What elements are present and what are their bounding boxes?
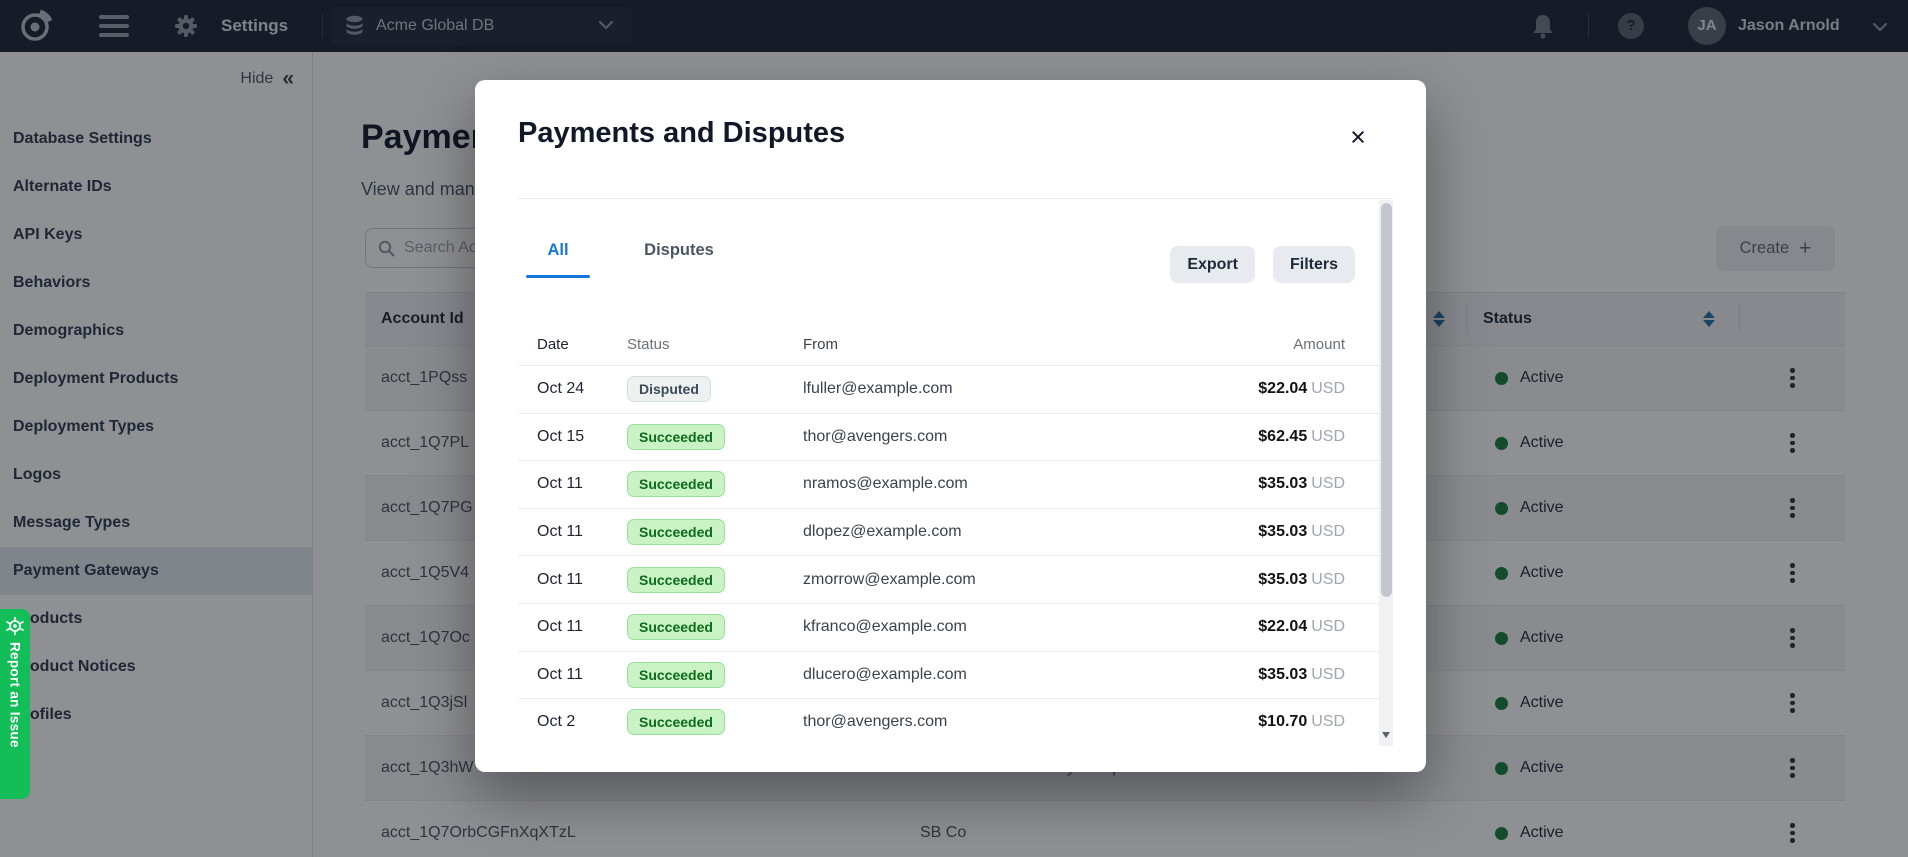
amount-value: $35.03: [1258, 475, 1307, 492]
payment-date: Oct 24: [537, 380, 627, 398]
close-icon[interactable]: ×: [1341, 120, 1375, 154]
payments-table: Date Status From Amount Oct 24 Disputed …: [518, 324, 1379, 746]
payment-row: Oct 11 Succeeded kfranco@example.com $22…: [518, 603, 1379, 651]
report-an-issue-tab[interactable]: Report an Issue: [0, 609, 30, 799]
payment-amount: $35.03USD: [1258, 666, 1345, 684]
payment-row: Oct 11 Succeeded zmorrow@example.com $35…: [518, 555, 1379, 603]
header-date: Date: [537, 336, 627, 353]
payment-amount: $10.70USD: [1258, 713, 1345, 731]
status-badge: Succeeded: [627, 424, 725, 450]
modal-title: Payments and Disputes: [518, 117, 845, 150]
tab-all[interactable]: All: [518, 241, 598, 278]
amount-value: $35.03: [1258, 666, 1307, 683]
application-window: Settings Acme Global DB ? JA Jason Arnol…: [0, 0, 1908, 857]
payment-amount: $62.45USD: [1258, 428, 1345, 446]
amount-currency: USD: [1311, 380, 1345, 397]
amount-value: $22.04: [1258, 618, 1307, 635]
tab-all-label: All: [547, 241, 568, 259]
amount-value: $35.03: [1258, 523, 1307, 540]
payment-row: Oct 11 Succeeded dlucero@example.com $35…: [518, 651, 1379, 699]
payment-status-cell: Succeeded: [627, 662, 803, 688]
payment-status-cell: Disputed: [627, 376, 803, 402]
status-badge: Succeeded: [627, 709, 725, 735]
payment-row: Oct 24 Disputed lfuller@example.com $22.…: [518, 365, 1379, 413]
amount-value: $10.70: [1258, 713, 1307, 730]
amount-currency: USD: [1311, 666, 1345, 683]
amount-value: $22.04: [1258, 380, 1307, 397]
tab-disputes-label: Disputes: [644, 241, 714, 259]
payment-status-cell: Succeeded: [627, 709, 803, 735]
scrollbar-down-arrow-icon[interactable]: [1382, 732, 1390, 738]
payment-date: Oct 15: [537, 428, 627, 446]
payment-from-email: zmorrow@example.com: [803, 571, 1258, 589]
payment-from-email: lfuller@example.com: [803, 380, 1258, 398]
amount-value: $62.45: [1258, 428, 1307, 445]
amount-currency: USD: [1311, 523, 1345, 540]
amount-currency: USD: [1311, 713, 1345, 730]
filters-button[interactable]: Filters: [1273, 246, 1355, 283]
status-badge: Succeeded: [627, 519, 725, 545]
amount-currency: USD: [1311, 618, 1345, 635]
payment-amount: $22.04USD: [1258, 618, 1345, 636]
amount-value: $35.03: [1258, 571, 1307, 588]
modal-scroll-area: All Disputes Export Filters Date Status …: [518, 198, 1393, 746]
payment-from-email: thor@avengers.com: [803, 713, 1258, 731]
active-tab-underline: [526, 275, 590, 279]
header-status: Status: [627, 336, 803, 353]
payment-amount: $35.03USD: [1258, 571, 1345, 589]
payment-date: Oct 11: [537, 523, 627, 541]
bug-icon: [5, 616, 25, 636]
payment-date: Oct 2: [537, 713, 627, 731]
payment-from-email: kfranco@example.com: [803, 618, 1258, 636]
payment-status-cell: Succeeded: [627, 567, 803, 593]
status-badge: Succeeded: [627, 662, 725, 688]
payment-status-cell: Succeeded: [627, 519, 803, 545]
payment-from-email: dlucero@example.com: [803, 666, 1258, 684]
header-from: From: [803, 336, 1293, 353]
amount-currency: USD: [1311, 571, 1345, 588]
payment-date: Oct 11: [537, 475, 627, 493]
header-amount: Amount: [1293, 336, 1345, 353]
payment-date: Oct 11: [537, 618, 627, 636]
amount-currency: USD: [1311, 475, 1345, 492]
status-badge: Succeeded: [627, 471, 725, 497]
payment-row: Oct 15 Succeeded thor@avengers.com $62.4…: [518, 413, 1379, 461]
export-button[interactable]: Export: [1170, 246, 1255, 283]
payment-from-email: dlopez@example.com: [803, 523, 1258, 541]
payment-row: Oct 11 Succeeded nramos@example.com $35.…: [518, 460, 1379, 508]
payment-row: Oct 11 Succeeded dlopez@example.com $35.…: [518, 508, 1379, 556]
payment-status-cell: Succeeded: [627, 424, 803, 450]
payment-from-email: thor@avengers.com: [803, 428, 1258, 446]
payment-status-cell: Succeeded: [627, 471, 803, 497]
payment-row: Oct 2 Succeeded thor@avengers.com $10.70…: [518, 698, 1379, 746]
modal-tabs: All Disputes: [518, 241, 734, 278]
report-tab-label: Report an Issue: [8, 642, 23, 748]
payment-date: Oct 11: [537, 571, 627, 589]
status-badge: Succeeded: [627, 567, 725, 593]
amount-currency: USD: [1311, 428, 1345, 445]
payment-amount: $35.03USD: [1258, 475, 1345, 493]
payments-table-header: Date Status From Amount: [518, 324, 1379, 365]
payment-from-email: nramos@example.com: [803, 475, 1258, 493]
payment-status-cell: Succeeded: [627, 614, 803, 640]
payment-date: Oct 11: [537, 666, 627, 684]
status-badge: Succeeded: [627, 614, 725, 640]
payment-amount: $22.04USD: [1258, 380, 1345, 398]
payments-and-disputes-modal: Payments and Disputes × All Disputes Exp…: [475, 80, 1426, 772]
payment-amount: $35.03USD: [1258, 523, 1345, 541]
modal-scrollbar: [1379, 200, 1393, 746]
status-badge: Disputed: [627, 376, 711, 402]
tab-disputes[interactable]: Disputes: [624, 241, 734, 278]
scrollbar-thumb[interactable]: [1381, 203, 1392, 597]
payments-table-body: Oct 24 Disputed lfuller@example.com $22.…: [518, 365, 1379, 746]
modal-actions: Export Filters: [1170, 246, 1355, 283]
